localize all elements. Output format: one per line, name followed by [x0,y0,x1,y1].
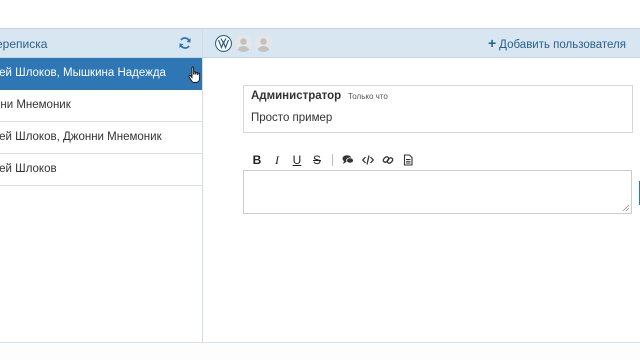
chat-panel: + Добавить пользователя Администратор Тол… [203,28,640,342]
code-button[interactable] [358,152,378,168]
conversation-list: тей Шлоков, Мышкина Надежда нни Мнемоник… [0,58,202,186]
resize-handle-icon[interactable] [623,205,629,211]
add-user-button[interactable]: + Добавить пользователя [487,35,626,51]
conversation-item[interactable]: тей Шлоков, Джонни Мнемоник [0,122,202,154]
link-icon [382,156,394,164]
code-icon [362,155,374,165]
chat-header: + Добавить пользователя [203,28,640,58]
refresh-icon[interactable] [178,36,192,50]
link-button[interactable] [378,152,398,168]
add-user-label: Добавить пользователя [499,39,626,51]
footer-bar [0,342,640,360]
message-text: Просто пример [251,112,333,124]
conversation-label: тей Шлоков, Мышкина Надежда [0,67,166,79]
quote-button[interactable] [338,152,358,168]
strikethrough-button[interactable]: S [307,152,327,168]
underline-button[interactable]: U [287,152,307,168]
quote-icon [342,155,354,164]
conversation-item[interactable]: тей Шлоков, Мышкина Надежда [0,58,202,90]
conversation-label: тей Шлоков, Джонни Мнемоник [0,131,162,143]
message-time: Только что [348,92,388,101]
chat-message: Администратор Только что Просто пример [243,85,633,133]
sidebar-header: ереписка [0,28,202,58]
italic-button[interactable]: I [267,152,287,168]
avatar[interactable] [235,35,252,52]
editor-toolbar: B I U S [247,152,418,168]
message-author: Администратор [251,90,342,102]
hand-cursor-icon [188,66,201,83]
message-input[interactable] [243,170,632,214]
conversation-sidebar: ереписка тей Шлоков, Мышкина Надежда нни… [0,28,203,342]
file-icon [403,154,413,166]
participant-avatars [215,35,272,52]
sidebar-title: ереписка [0,37,48,51]
bold-button[interactable]: B [247,152,267,168]
conversation-label: тей Шлоков [0,163,57,175]
top-margin [0,0,640,28]
conversation-label: нни Мнемоник [0,99,71,111]
conversation-item[interactable]: тей Шлоков [0,154,202,186]
toolbar-divider [332,154,333,166]
conversation-item[interactable]: нни Мнемоник [0,90,202,122]
avatar[interactable] [215,35,232,52]
file-button[interactable] [398,152,418,168]
avatar[interactable] [255,35,272,52]
plus-icon: + [487,35,497,51]
